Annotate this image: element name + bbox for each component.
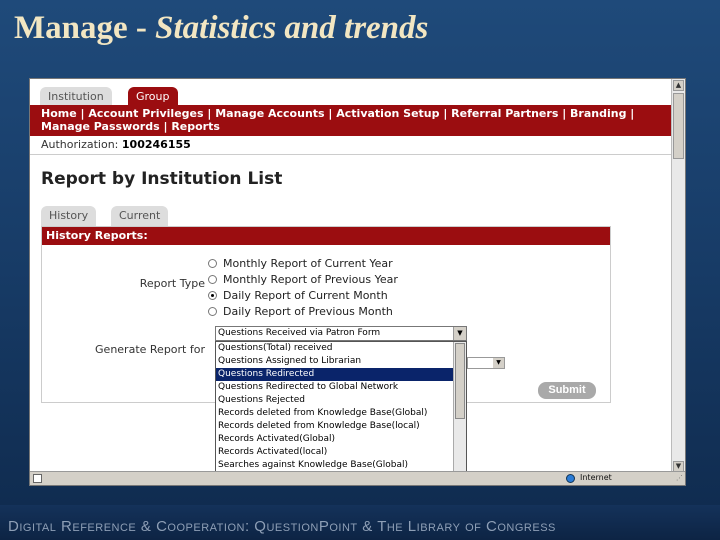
dropdown-option[interactable]: Records deleted from Knowledge Base(Glob… <box>216 407 466 420</box>
chevron-down-icon[interactable]: ▼ <box>493 358 504 368</box>
radio-button[interactable] <box>208 290 217 300</box>
dropdown-scrollbar[interactable]: ▼ <box>453 342 466 485</box>
tab-current[interactable]: Current <box>111 206 169 226</box>
report-type-option[interactable]: Daily Report of Previous Month <box>208 304 393 320</box>
page-title: Report by Institution List <box>41 169 283 189</box>
status-bar: Internet ⋰ <box>30 471 685 485</box>
dropdown-option[interactable]: Records deleted from Knowledge Base(loca… <box>216 420 466 433</box>
report-type-option[interactable]: Daily Report of Current Month <box>208 288 388 304</box>
dropdown-scroll-thumb[interactable] <box>455 343 465 419</box>
report-type-option[interactable]: Monthly Report of Previous Year <box>208 272 398 288</box>
slide-footer: Digital Reference & Cooperation: Questio… <box>0 505 720 540</box>
footer-text: Digital Reference & Cooperation: Questio… <box>8 518 556 535</box>
slide-title: Manage - Statistics and trends <box>14 10 428 47</box>
radio-button[interactable] <box>208 274 217 284</box>
divider <box>30 154 673 155</box>
chevron-down-icon[interactable]: ▼ <box>453 327 466 340</box>
report-for-dropdown[interactable]: Questions(Total) received Questions Assig… <box>215 341 467 485</box>
dropdown-option[interactable]: Records Activated(Global) <box>216 433 466 446</box>
slide-title-italic: Statistics and trends <box>155 10 429 46</box>
report-type-label-text: Daily Report of Current Month <box>223 289 388 302</box>
resize-grip-icon[interactable]: ⋰ <box>676 474 685 483</box>
globe-icon <box>566 474 575 483</box>
scroll-up-arrow-icon[interactable]: ▲ <box>673 80 684 91</box>
report-for-select[interactable]: Questions Received via Patron Form ▼ <box>215 326 467 341</box>
radio-button[interactable] <box>208 258 217 268</box>
page-scrollbar[interactable]: ▲ ▼ <box>671 79 685 473</box>
report-type-label: Report Type <box>139 277 205 290</box>
generate-report-label: Generate Report for <box>95 343 205 356</box>
authorization-value: 100246155 <box>121 138 191 151</box>
radio-button[interactable] <box>208 306 217 316</box>
nav-bar: Home | Account Privileges | Manage Accou… <box>30 105 673 136</box>
secondary-select[interactable]: ▼ <box>467 357 505 369</box>
page-scroll-thumb[interactable] <box>673 93 684 159</box>
dropdown-option[interactable]: Questions(Total) received <box>216 342 466 355</box>
dropdown-option[interactable]: Questions Redirected to Global Network <box>216 381 466 394</box>
nav-line-1[interactable]: Home | Account Privileges | Manage Accou… <box>41 107 662 120</box>
tab-institution[interactable]: Institution <box>40 87 112 107</box>
authorization: Authorization: 100246155 <box>41 138 191 151</box>
dropdown-option[interactable]: Records Activated(local) <box>216 446 466 459</box>
panel-header: History Reports: <box>42 227 610 245</box>
dropdown-option[interactable]: Questions Redirected <box>216 368 466 381</box>
dropdown-option[interactable]: Questions Rejected <box>216 394 466 407</box>
submit-button[interactable]: Submit <box>538 382 596 399</box>
report-type-label-text: Monthly Report of Previous Year <box>223 273 398 286</box>
authorization-label: Authorization: <box>41 138 119 151</box>
dropdown-options: Questions(Total) received Questions Assig… <box>216 342 466 485</box>
slide-title-main: Manage - <box>14 10 156 46</box>
report-for-select-value: Questions Received via Patron Form <box>218 328 381 338</box>
page-icon <box>33 474 42 483</box>
tab-group[interactable]: Group <box>128 87 178 107</box>
report-type-option[interactable]: Monthly Report of Current Year <box>208 256 393 272</box>
dropdown-option[interactable]: Questions Assigned to Librarian <box>216 355 466 368</box>
report-type-label-text: Monthly Report of Current Year <box>223 257 393 270</box>
report-type-label-text: Daily Report of Previous Month <box>223 305 393 318</box>
nav-line-2[interactable]: Manage Passwords | Reports <box>41 120 662 133</box>
tab-history[interactable]: History <box>41 206 97 226</box>
security-zone: Internet <box>580 473 612 482</box>
browser-screenshot: Institution Group Home | Account Privile… <box>29 78 686 486</box>
